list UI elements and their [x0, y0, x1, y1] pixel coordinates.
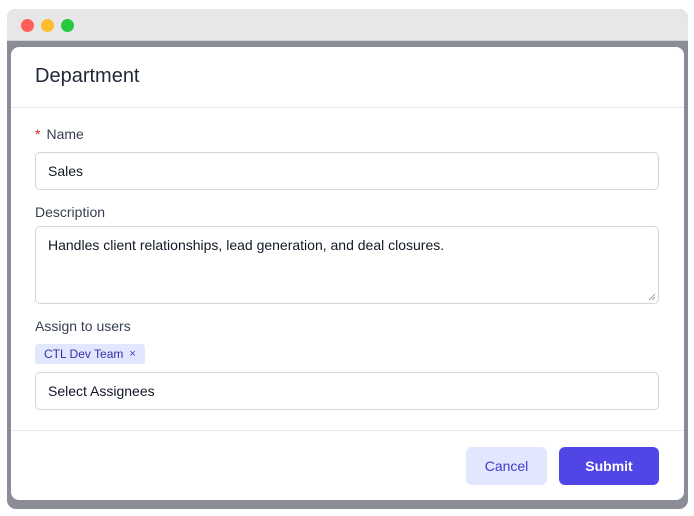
assignee-select[interactable]: Select Assignees: [35, 372, 659, 410]
resize-handle-icon[interactable]: [648, 293, 656, 301]
assignee-tag-label: CTL Dev Team: [44, 347, 124, 361]
minimize-window-icon[interactable]: [41, 19, 54, 32]
name-input-value: Sales: [48, 163, 84, 179]
maximize-window-icon[interactable]: [61, 19, 74, 32]
assign-users-label: Assign to users: [35, 318, 131, 334]
description-value: Handles client relationships, lead gener…: [48, 237, 445, 253]
department-dialog: Department * Name Sales Description Handl…: [11, 47, 684, 500]
close-window-icon[interactable]: [21, 19, 34, 32]
name-input[interactable]: Sales: [35, 152, 659, 190]
assignee-select-placeholder: Select Assignees: [48, 383, 155, 399]
description-label: Description: [35, 204, 106, 220]
assignee-tag: CTL Dev Team ×: [35, 344, 145, 364]
dialog-footer: Cancel Submit: [11, 430, 684, 500]
remove-tag-icon[interactable]: ×: [129, 348, 135, 360]
description-textarea[interactable]: Handles client relationships, lead gener…: [35, 226, 659, 304]
submit-button[interactable]: Submit: [559, 447, 659, 485]
window-titlebar: [7, 9, 688, 41]
required-mark: *: [35, 126, 41, 142]
name-label-text: Name: [46, 126, 84, 142]
dialog-title: Department: [35, 65, 140, 87]
dialog-header: Department: [11, 47, 684, 108]
cancel-button[interactable]: Cancel: [466, 447, 547, 485]
name-label: * Name: [35, 126, 84, 142]
